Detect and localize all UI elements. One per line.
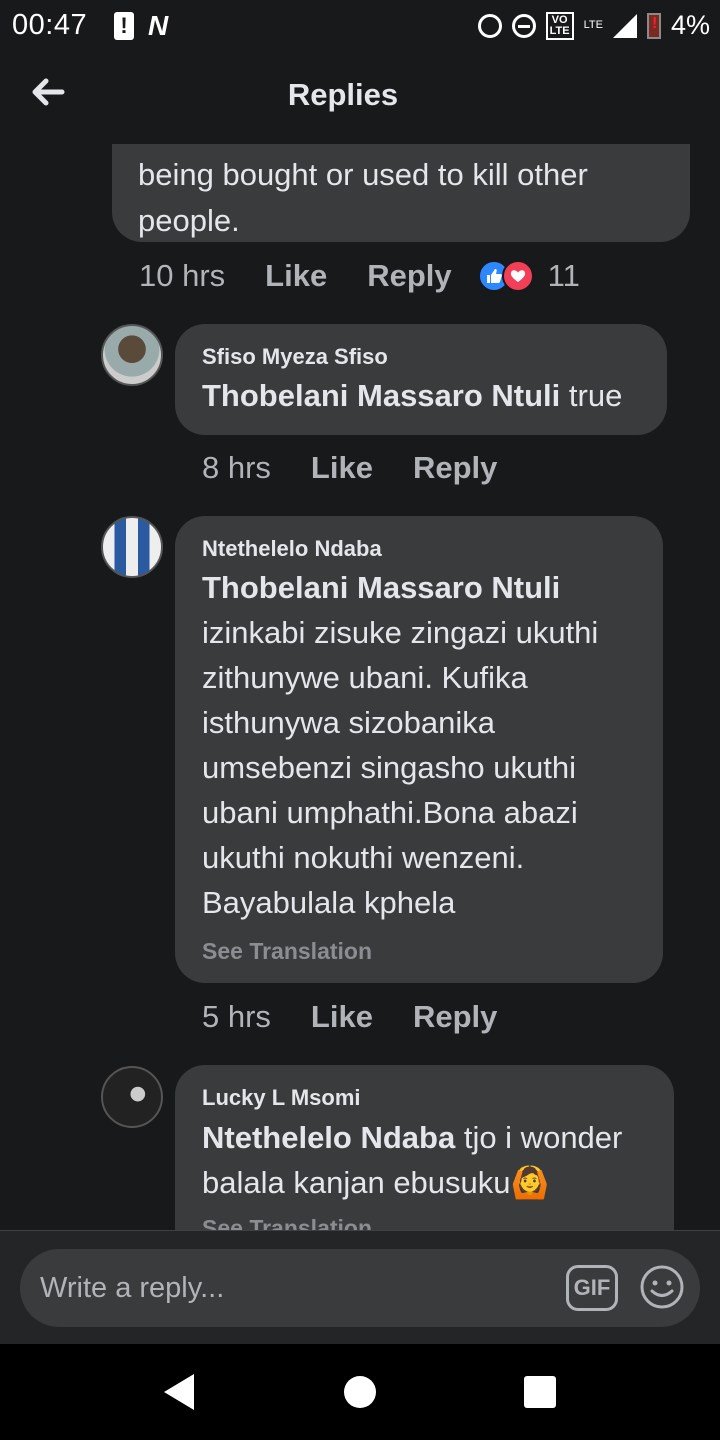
system-nav-bar (0, 1344, 720, 1440)
like-button[interactable]: Like (265, 258, 327, 294)
app-header: Replies (0, 52, 720, 144)
reaction-count: 11 (547, 258, 580, 293)
reply-text: Thobelani Massaro Ntuli true (202, 378, 623, 413)
alert-icon: ! (114, 12, 134, 40)
avatar[interactable] (101, 516, 163, 578)
composer-box[interactable]: GIF (20, 1249, 700, 1327)
status-time: 00:47 (12, 9, 88, 41)
avatar[interactable] (101, 1066, 163, 1128)
reactions-summary[interactable]: 11 (477, 258, 580, 294)
volte-icon: VO LTE (545, 11, 574, 40)
heart-icon (501, 260, 534, 292)
signal-icon (612, 13, 637, 38)
reply-composer: GIF (0, 1230, 720, 1344)
like-button[interactable]: Like (311, 999, 373, 1035)
network-type: LTE (583, 19, 603, 31)
like-button[interactable]: Like (311, 450, 373, 486)
see-translation-link[interactable]: See Translation (202, 1215, 372, 1230)
alarm-icon (477, 13, 502, 38)
app-notification-icon: N (148, 10, 169, 41)
smiley-icon[interactable] (638, 1263, 686, 1311)
see-translation-link[interactable]: See Translation (202, 938, 372, 965)
reply-time: 8 hrs (202, 450, 271, 485)
mention-link[interactable]: Ntethelelo Ndaba (202, 1120, 455, 1155)
comment-text: being bought or used to kill other peopl… (138, 157, 588, 238)
mention-link[interactable]: Thobelani Massaro Ntuli (202, 378, 560, 413)
reply-text: Thobelani Massaro Ntuli izinkabi zisuke … (202, 570, 599, 920)
mention-link[interactable]: Thobelani Massaro Ntuli (202, 570, 560, 605)
reply-author[interactable]: Sfiso Myeza Sfiso (202, 344, 388, 370)
status-bar: 00:47 ! N VO LTE LTE 4% (0, 0, 720, 52)
reply-bubble[interactable]: Lucky L Msomi Ntethelelo Ndaba tjo i won… (175, 1065, 674, 1230)
reply-button[interactable]: Reply (367, 258, 451, 294)
comment-time: 10 hrs (139, 258, 226, 293)
emoji: 🙆 (510, 1165, 550, 1200)
reply-text: Ntethelelo Ndaba tjo i wonder balala kan… (202, 1120, 623, 1200)
reply-meta: 8 hrs Like Reply (202, 450, 497, 486)
nav-home-icon[interactable] (344, 1376, 376, 1408)
reply-button[interactable]: Reply (413, 450, 497, 486)
avatar[interactable] (101, 324, 163, 386)
reply-bubble[interactable]: Ntethelelo Ndaba Thobelani Massaro Ntuli… (175, 516, 663, 983)
reply-author[interactable]: Lucky L Msomi (202, 1085, 361, 1111)
comment-meta: 10 hrs Like Reply 11 (139, 258, 580, 294)
reply-time: 5 hrs (202, 999, 271, 1034)
page-title: Replies (287, 77, 399, 112)
battery-icon (646, 12, 661, 39)
reply-button[interactable]: Reply (413, 999, 497, 1035)
reply-author[interactable]: Ntethelelo Ndaba (202, 536, 382, 562)
comment-bubble[interactable]: being bought or used to kill other peopl… (112, 144, 690, 242)
nav-recents-icon[interactable] (524, 1376, 556, 1408)
do-not-disturb-icon (511, 13, 536, 38)
reply-input[interactable] (40, 1269, 560, 1307)
reply-meta: 5 hrs Like Reply (202, 999, 497, 1035)
reply-bubble[interactable]: Sfiso Myeza Sfiso Thobelani Massaro Ntul… (175, 324, 667, 435)
nav-back-icon[interactable] (160, 1372, 196, 1412)
gif-button[interactable]: GIF (566, 1265, 618, 1311)
battery-percent: 4% (670, 10, 710, 40)
replies-list[interactable]: being bought or used to kill other peopl… (0, 144, 720, 1230)
